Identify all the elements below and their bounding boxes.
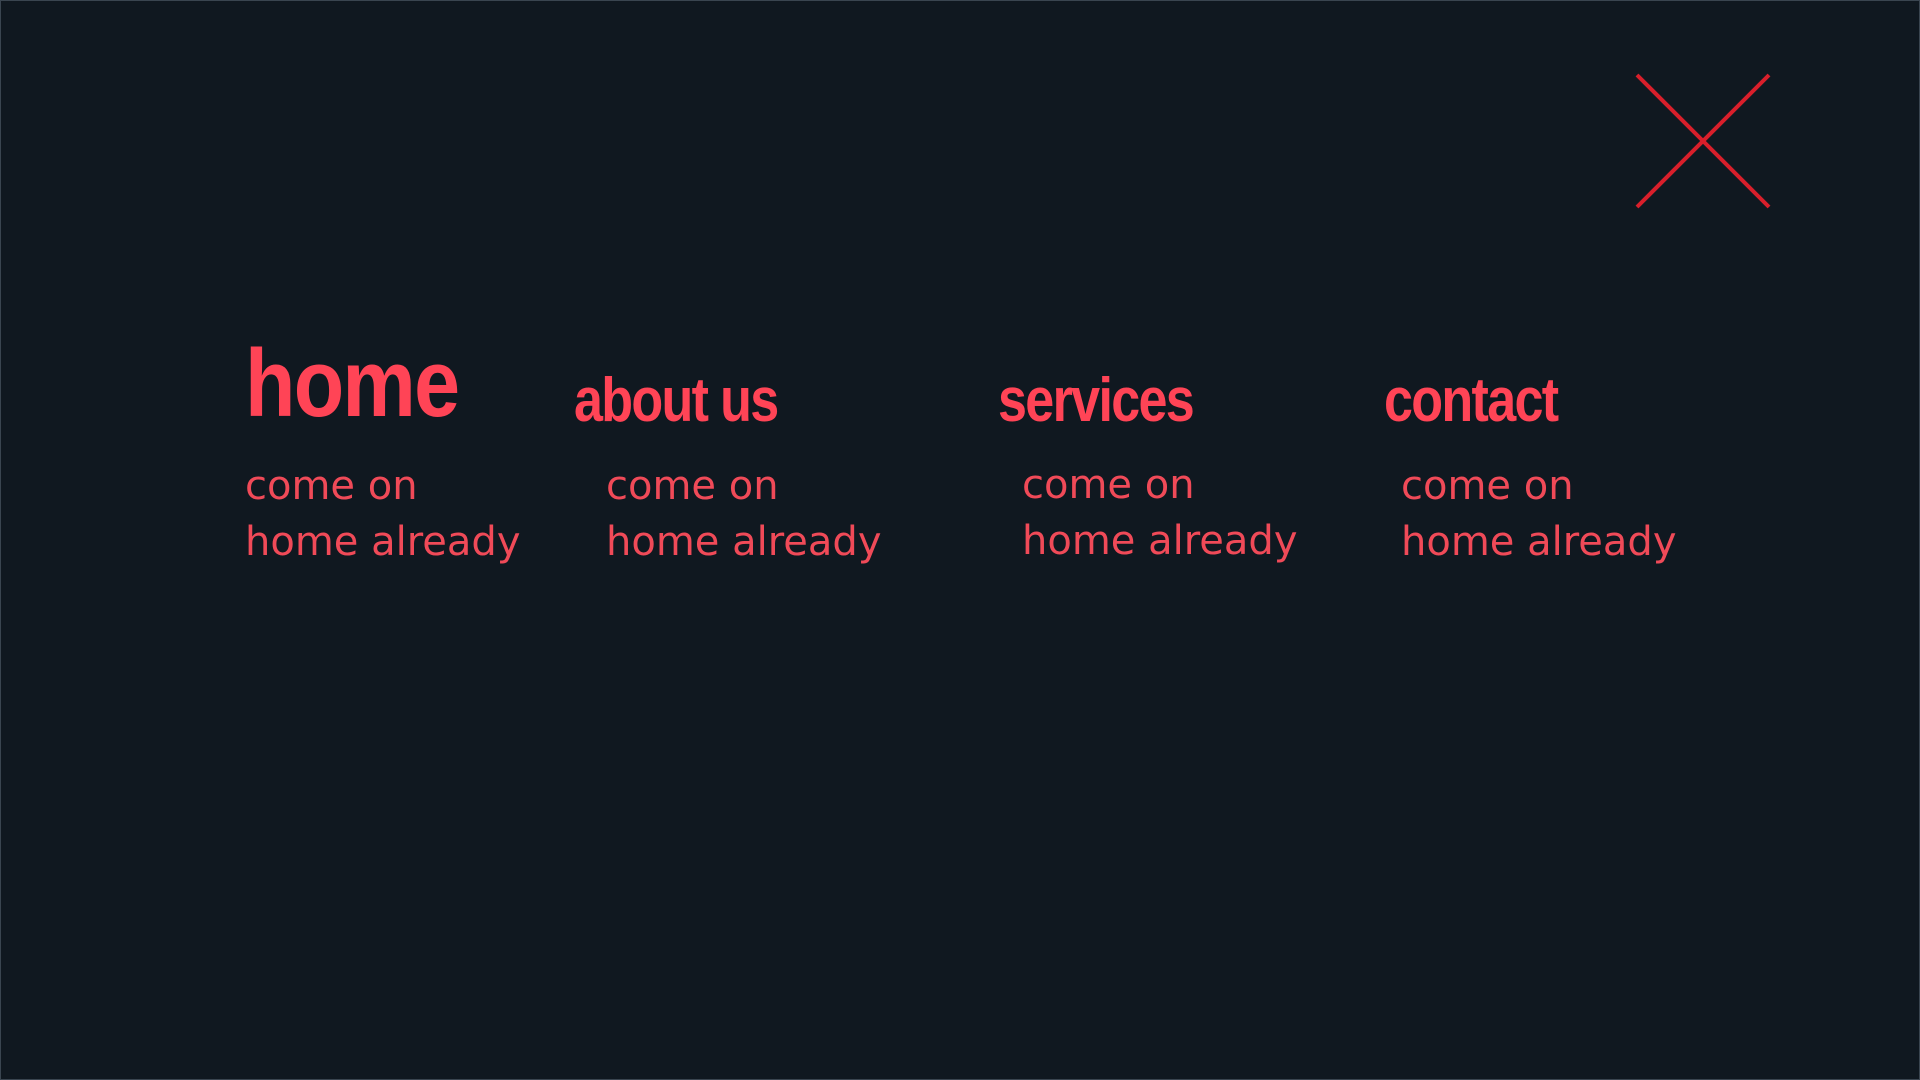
nav-description-line: come on <box>1022 462 1195 508</box>
nav-description-services: come on home already <box>1022 457 1298 569</box>
nav-description-contact: come on home already <box>1401 458 1677 570</box>
close-menu-button[interactable] <box>1635 73 1771 209</box>
nav-link-contact[interactable]: contact <box>1384 370 1559 432</box>
nav-description-line: home already <box>245 519 521 565</box>
nav-description-line: come on <box>245 463 418 509</box>
close-icon <box>1635 73 1771 209</box>
nav-description-line: come on <box>606 463 779 509</box>
nav-description-line: home already <box>1022 518 1298 564</box>
nav-description-line: come on <box>1401 463 1574 509</box>
nav-description-line: home already <box>1401 519 1677 565</box>
nav-description-home: come on home already <box>245 458 521 570</box>
nav-link-home[interactable]: home <box>245 336 460 432</box>
nav-description-line: home already <box>606 519 882 565</box>
nav-description-about-us: come on home already <box>606 458 882 570</box>
nav-link-about-us[interactable]: about us <box>574 370 779 432</box>
nav-link-services[interactable]: services <box>998 370 1195 432</box>
